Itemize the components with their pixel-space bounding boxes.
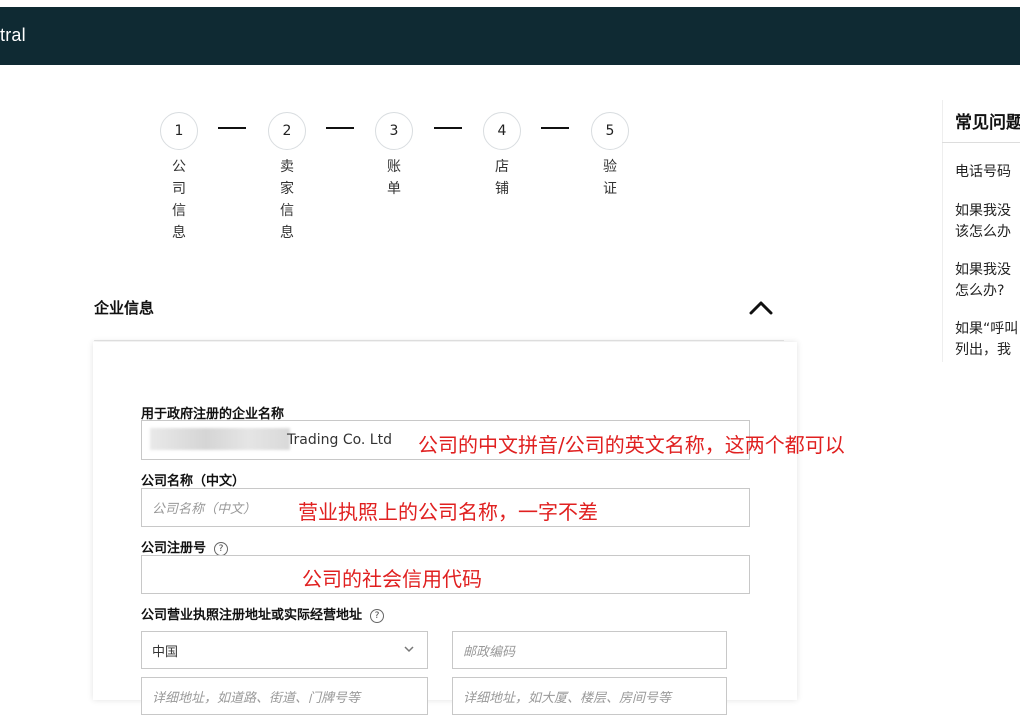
section-title: 企业信息 — [94, 299, 155, 317]
company-cn-label: 公司名称（中文） — [141, 474, 246, 489]
faq-sidebar: 常见问题 电话号码 如果我没 该怎么办 如果我没 怎么办? 如果“呼叫 列出，我 — [942, 100, 1020, 362]
company-cn-placeholder: 公司名称（中文） — [152, 502, 257, 517]
faq-link[interactable]: 如果我没 — [955, 260, 1011, 281]
chevron-down-icon — [404, 646, 414, 653]
step-number: 1 — [160, 112, 198, 150]
step-number: 4 — [483, 112, 521, 150]
company-name-value: Trading Co. Ltd — [287, 432, 392, 448]
registration-stepper: 1 公司 信息 2 卖家 信息 3 账单 4 店铺 5 验证 — [0, 0, 700, 260]
annotation-company-name: 公司的中文拼音/公司的英文名称，这两个都可以 — [418, 433, 845, 457]
section-divider — [94, 340, 784, 341]
faq-link[interactable]: 如果“呼叫 — [955, 319, 1018, 340]
step-number: 3 — [375, 112, 413, 150]
annotation-reg-no: 公司的社会信用代码 — [302, 567, 482, 591]
help-icon[interactable]: ? — [214, 541, 229, 556]
step-label: 店铺 — [495, 159, 509, 197]
postal-placeholder: 邮政编码 — [463, 644, 516, 660]
address1-placeholder: 详细地址，如道路、街道、门牌号等 — [152, 691, 361, 706]
faq-link[interactable]: 如果我没 — [955, 201, 1011, 222]
country-value: 中国 — [152, 644, 179, 660]
step-5[interactable]: 5 验证 — [590, 112, 630, 200]
faq-title: 常见问题 — [955, 113, 1020, 133]
step-label: 账单 — [387, 159, 401, 197]
redacted-text — [150, 428, 290, 450]
faq-link[interactable]: 列出，我 — [955, 340, 1011, 361]
faq-border — [942, 100, 943, 362]
step-label: 卖家 信息 — [280, 159, 294, 241]
address-label: 公司营业执照注册地址或实际经营地址? — [141, 604, 385, 623]
step-connector — [326, 127, 354, 129]
chevron-up-icon[interactable] — [748, 298, 774, 318]
step-label: 公司 信息 — [172, 159, 186, 241]
step-label: 验证 — [603, 159, 617, 197]
step-number: 2 — [268, 112, 306, 150]
step-connector — [218, 127, 246, 129]
step-3[interactable]: 3 账单 — [374, 112, 414, 200]
faq-divider — [942, 142, 1020, 143]
postal-code-input[interactable]: 邮政编码 — [452, 631, 727, 669]
address2-placeholder: 详细地址，如大厦、楼层、房间号等 — [463, 691, 672, 706]
faq-link[interactable]: 电话号码 — [955, 162, 1011, 183]
step-number: 5 — [591, 112, 629, 150]
address-line1-input[interactable]: 详细地址，如道路、街道、门牌号等 — [141, 677, 428, 715]
step-2[interactable]: 2 卖家 信息 — [267, 112, 307, 244]
address-line2-input[interactable]: 详细地址，如大厦、楼层、房间号等 — [452, 677, 727, 715]
step-connector — [541, 127, 569, 129]
country-select[interactable]: 中国 — [141, 631, 428, 669]
help-icon[interactable]: ? — [370, 608, 385, 623]
reg-no-label: 公司注册号? — [141, 537, 229, 556]
faq-link[interactable]: 该怎么办 — [955, 222, 1011, 243]
step-4[interactable]: 4 店铺 — [482, 112, 522, 200]
faq-link[interactable]: 怎么办? — [955, 281, 1004, 302]
step-1[interactable]: 1 公司 信息 — [159, 112, 199, 244]
annotation-company-cn: 营业执照上的公司名称，一字不差 — [298, 500, 598, 524]
step-connector — [434, 127, 462, 129]
